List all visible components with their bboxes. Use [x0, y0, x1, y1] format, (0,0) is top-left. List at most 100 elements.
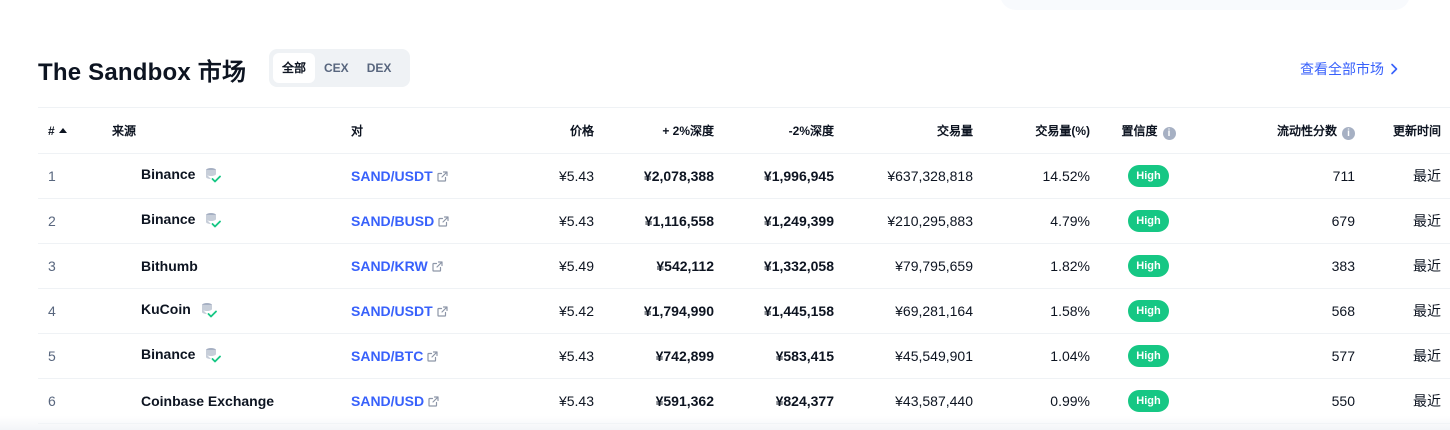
pair-cell[interactable]: SAND/BTC: [351, 334, 517, 379]
rank-cell: 2: [48, 213, 56, 229]
liquidity-cell: 577: [1331, 348, 1355, 364]
volume-pct-cell: 1.82%: [1050, 258, 1090, 274]
pair-link[interactable]: SAND/USD: [351, 393, 424, 409]
depth-minus-cell: ¥1,445,158: [763, 303, 834, 319]
confidence-cell: High: [1090, 154, 1207, 199]
pair-cell[interactable]: SAND/USDT: [351, 154, 517, 199]
table-row[interactable]: 2 Binance SAND/BUSD ¥5.43 ¥1,116,558 ¥1,249,3…: [38, 199, 1450, 244]
rank-cell: 4: [48, 303, 56, 319]
verified-reserves-icon[interactable]: [199, 301, 217, 322]
depth-plus-cell: ¥2,078,388: [643, 168, 714, 184]
depth-plus-cell: ¥1,116,558: [644, 213, 714, 229]
confidence-badge[interactable]: High: [1128, 345, 1169, 367]
top-card-edge: [1000, 0, 1410, 10]
table-row[interactable]: 3 Bithumb SAND/KRW ¥5.49 ¥542,112 ¥1,332,058 ¥…: [38, 244, 1450, 289]
rank-cell: 1: [48, 168, 56, 184]
col-pair[interactable]: 对: [351, 108, 517, 154]
scroll-fade: [0, 416, 1450, 430]
col-volume-pct[interactable]: 交易量(%): [973, 108, 1090, 154]
page-title: The Sandbox 市场: [38, 59, 247, 86]
exchange-name[interactable]: Binance: [141, 166, 195, 182]
volume-pct-cell: 1.58%: [1050, 303, 1090, 319]
tab-cex[interactable]: CEX: [315, 53, 358, 83]
info-icon[interactable]: i: [1342, 126, 1355, 140]
exchange-cell[interactable]: Bithumb: [112, 244, 351, 289]
volume-cell: ¥69,281,164: [895, 303, 973, 319]
depth-plus-cell: ¥542,112: [656, 258, 714, 274]
market-type-tabs: 全部 CEX DEX: [269, 49, 410, 87]
exchange-name[interactable]: Coinbase Exchange: [141, 393, 274, 409]
confidence-badge[interactable]: High: [1128, 165, 1169, 187]
rank-cell: 5: [48, 348, 56, 364]
rank-cell: 3: [48, 258, 56, 274]
col-depth-minus[interactable]: -2%深度: [714, 108, 834, 154]
liquidity-cell: 568: [1331, 303, 1355, 319]
confidence-badge[interactable]: High: [1128, 300, 1169, 322]
pair-link[interactable]: SAND/BTC: [351, 348, 423, 364]
tab-all[interactable]: 全部: [273, 53, 316, 83]
confidence-cell: High: [1090, 289, 1207, 334]
external-link-icon[interactable]: [438, 214, 449, 230]
volume-pct-cell: 4.79%: [1050, 213, 1090, 229]
confidence-cell: High: [1090, 334, 1207, 379]
depth-minus-cell: ¥1,996,945: [763, 168, 834, 184]
table-row[interactable]: 5 Binance SAND/BTC ¥5.43 ¥742,899 ¥583,415 ¥45…: [38, 334, 1450, 379]
price-cell: ¥5.49: [558, 258, 594, 274]
exchange-name[interactable]: Bithumb: [141, 258, 198, 274]
pair-link[interactable]: SAND/BUSD: [351, 213, 434, 229]
price-cell: ¥5.43: [558, 168, 594, 184]
depth-plus-cell: ¥1,794,990: [643, 303, 714, 319]
info-icon[interactable]: i: [1162, 126, 1176, 140]
exchange-cell[interactable]: KuCoin: [112, 289, 351, 334]
exchange-name[interactable]: KuCoin: [141, 301, 191, 317]
updated-cell: 最近: [1413, 303, 1441, 319]
col-depth-plus[interactable]: + 2%深度: [594, 108, 714, 154]
volume-cell: ¥210,295,883: [887, 213, 973, 229]
exchange-cell[interactable]: Binance: [112, 199, 351, 244]
price-cell: ¥5.42: [558, 303, 594, 319]
exchange-name[interactable]: Binance: [141, 211, 195, 227]
col-confidence[interactable]: 置信度 i: [1090, 108, 1207, 154]
exchange-cell[interactable]: Binance: [112, 334, 351, 379]
volume-pct-cell: 1.04%: [1050, 348, 1090, 364]
col-liquidity[interactable]: 流动性分数 i: [1207, 108, 1355, 154]
col-volume[interactable]: 交易量: [834, 108, 973, 154]
col-updated[interactable]: 更新时间: [1355, 108, 1450, 154]
table-header-row: # 来源 对 价格 + 2%深度 -2%深度 交易量 交易量(%) 置信度 i 流…: [38, 107, 1450, 154]
pair-cell[interactable]: SAND/USDT: [351, 289, 517, 334]
exchange-name[interactable]: Binance: [141, 346, 195, 362]
verified-reserves-icon[interactable]: [203, 211, 222, 232]
verified-reserves-icon[interactable]: [203, 166, 222, 187]
verified-reserves-icon[interactable]: [203, 346, 222, 367]
pair-cell[interactable]: SAND/KRW: [351, 244, 517, 289]
view-all-label: 查看全部市场: [1300, 61, 1384, 77]
external-link-icon[interactable]: [437, 169, 448, 185]
col-confidence-label: 置信度: [1121, 123, 1158, 138]
volume-cell: ¥79,795,659: [895, 258, 973, 274]
exchange-cell[interactable]: Binance: [112, 154, 351, 199]
col-rank[interactable]: #: [38, 108, 112, 154]
confidence-badge[interactable]: High: [1128, 390, 1169, 412]
view-all-markets-link[interactable]: 查看全部市场: [1300, 59, 1400, 79]
pair-link[interactable]: SAND/USDT: [351, 168, 433, 184]
confidence-badge[interactable]: High: [1128, 255, 1169, 277]
external-link-icon[interactable]: [432, 259, 443, 275]
col-liquidity-label: 流动性分数: [1276, 123, 1337, 138]
pair-link[interactable]: SAND/KRW: [351, 258, 428, 274]
pair-cell[interactable]: SAND/BUSD: [351, 199, 517, 244]
external-link-icon[interactable]: [428, 394, 439, 410]
confidence-badge[interactable]: High: [1128, 210, 1169, 232]
price-cell: ¥5.43: [558, 348, 594, 364]
external-link-icon[interactable]: [427, 349, 438, 365]
table-row[interactable]: 4 KuCoin SAND/USDT ¥5.42 ¥1,794,990 ¥1,445,15…: [38, 289, 1450, 334]
table-row[interactable]: 1 Binance SAND/USDT ¥5.43 ¥2,078,388 ¥1,996,9…: [38, 154, 1450, 199]
markets-table: # 来源 对 价格 + 2%深度 -2%深度 交易量 交易量(%) 置信度 i 流…: [38, 107, 1450, 424]
tab-dex[interactable]: DEX: [358, 53, 401, 83]
price-cell: ¥5.43: [558, 213, 594, 229]
pair-link[interactable]: SAND/USDT: [351, 303, 433, 319]
col-source[interactable]: 来源: [112, 108, 351, 154]
sort-up-icon: [58, 127, 67, 133]
external-link-icon[interactable]: [437, 304, 448, 320]
col-price[interactable]: 价格: [517, 108, 594, 154]
depth-minus-cell: ¥583,415: [775, 348, 834, 364]
